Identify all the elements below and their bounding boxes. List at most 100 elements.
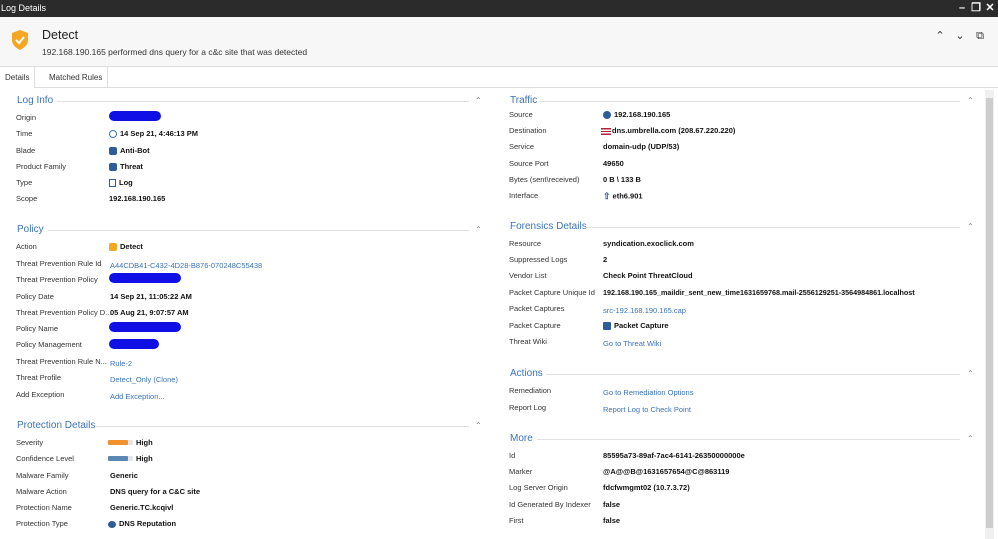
bytes-value: 0 B \ 133 B [603,175,641,184]
field-label: Severity [16,438,44,447]
field-label: First [509,516,524,525]
redacted-origin [109,111,161,121]
field-label: Time [16,129,33,138]
field-label: Id [509,451,516,460]
clock-icon [109,130,117,139]
collapse-log-info-icon[interactable]: ⌃ [475,96,482,105]
collapse-policy-icon[interactable]: ⌃ [475,225,482,234]
malware-action-value: DNS query for a C&C site [110,487,201,496]
threat-wiki-link[interactable]: Go to Threat Wiki [603,339,661,348]
globe-icon [603,111,611,120]
tab-details[interactable]: Details [0,67,36,88]
field-label: Report Log [509,403,547,412]
field-label: Product Family [16,162,67,171]
packet-captures-link[interactable]: src-192.168.190.165.cap [603,306,686,315]
divider [95,426,469,427]
field-label: Threat Prevention Rule Id [16,259,102,268]
collapse-more-icon[interactable]: ⌃ [967,434,974,443]
us-flag-icon [601,127,611,135]
tab-matched-rules[interactable]: Matched Rules [44,67,109,88]
severity-value: High [136,438,153,447]
rule-name-link[interactable]: Rule-2 [110,359,132,368]
window-titlebar: Log Details – ❐ ✕ [0,0,998,17]
divider [540,101,960,102]
suppressed-logs-value: 2 [603,255,608,264]
field-label: Type [16,178,33,187]
protection-type-value: DNS Reputation [108,519,176,528]
field-label: Packet Captures [509,304,565,313]
field-label: Threat Prevention Rule N... [16,357,107,366]
rule-id-link[interactable]: A44CDB41-C432-4D28-B876-070248C55438 [110,261,262,270]
field-label: Threat Prevention Policy [16,275,98,284]
field-label: Marker [509,467,533,476]
scrollbar-thumb[interactable] [986,98,993,528]
packet-capture-button[interactable]: Packet Capture [603,321,669,331]
packet-capture-icon [603,322,611,331]
section-title-actions: Actions [510,368,543,379]
collapse-forensics-icon[interactable]: ⌃ [967,222,974,231]
destination-value: dns.umbrella.com (208.67.220.220) [601,126,735,135]
field-label: Destination [509,126,547,135]
section-title-more: More [510,433,533,444]
confidence-bar [108,456,128,461]
protection-name-value: Generic.TC.kcqivl [110,503,174,512]
field-label: Confidence Level [16,454,74,463]
detect-shield-icon [12,30,28,50]
severity-bar [108,440,128,445]
threat-profile-link[interactable]: Detect_Only (Clone) [110,375,178,384]
source-port-value: 49650 [603,159,624,168]
field-label: Bytes (sent\received) [509,175,580,184]
interface-arrow-icon: ⇧ [603,191,611,201]
divider [57,101,469,102]
next-log-icon[interactable]: ⌄ [953,29,967,43]
section-title-traffic: Traffic [510,95,538,106]
field-label: Threat Wiki [509,337,547,346]
field-label: Interface [509,191,539,200]
restore-icon[interactable]: ❐ [969,1,983,15]
action-value: Detect [109,242,143,252]
scope-value: 192.168.190.165 [109,194,166,203]
source-value: 192.168.190.165 [603,110,670,120]
resource-value: syndication.exoclick.com [603,239,694,248]
divider [546,374,960,375]
id-generated-value: false [603,500,621,509]
vertical-scrollbar[interactable] [985,90,994,539]
field-label: Malware Action [16,487,67,496]
packet-capture-id-value: 192.168.190.165_maildir_sent_new_time163… [603,288,915,297]
threat-icon [109,163,117,172]
field-label: Id Generated By Indexer [509,500,591,509]
report-log-link[interactable]: Report Log to Check Point [603,405,691,414]
log-header [0,17,998,66]
divider [48,230,469,231]
redacted-policy-management [109,339,159,349]
field-label: Policy Name [16,324,59,333]
first-value: false [603,516,621,525]
log-title: Detect [42,28,79,42]
field-label: Resource [509,239,542,248]
field-label: Log Server Origin [509,483,568,492]
service-value: domain-udp (UDP/53) [603,142,680,151]
collapse-traffic-icon[interactable]: ⌃ [967,96,974,105]
field-label: Blade [16,146,36,155]
add-exception-link[interactable]: Add Exception... [110,392,165,401]
redacted-policy-name [109,322,181,332]
time-value: 14 Sep 21, 4:46:13 PM [109,129,198,139]
field-label: Remediation [509,386,552,395]
field-label: Threat Profile [16,373,62,382]
close-icon[interactable]: ✕ [983,1,997,15]
field-label: Protection Type [16,519,68,528]
field-label: Protection Name [16,503,72,512]
type-value: Log [109,178,133,188]
collapse-actions-icon[interactable]: ⌃ [967,369,974,378]
collapse-protection-icon[interactable]: ⌃ [475,421,482,430]
vendor-list-value: Check Point ThreatCloud [603,271,693,280]
log-subtitle: 192.168.190.165 performed dns query for … [42,47,308,57]
minimize-icon[interactable]: – [955,1,969,15]
field-label: Policy Date [16,292,54,301]
copy-icon[interactable]: ⧉ [973,29,987,43]
previous-log-icon[interactable]: ⌃ [933,29,947,43]
remediation-link[interactable]: Go to Remediation Options [603,388,693,397]
log-server-origin-value: fdcfwmgmt02 (10.7.3.72) [603,483,690,492]
redacted-policy [109,273,181,283]
section-title-policy: Policy [17,224,44,235]
